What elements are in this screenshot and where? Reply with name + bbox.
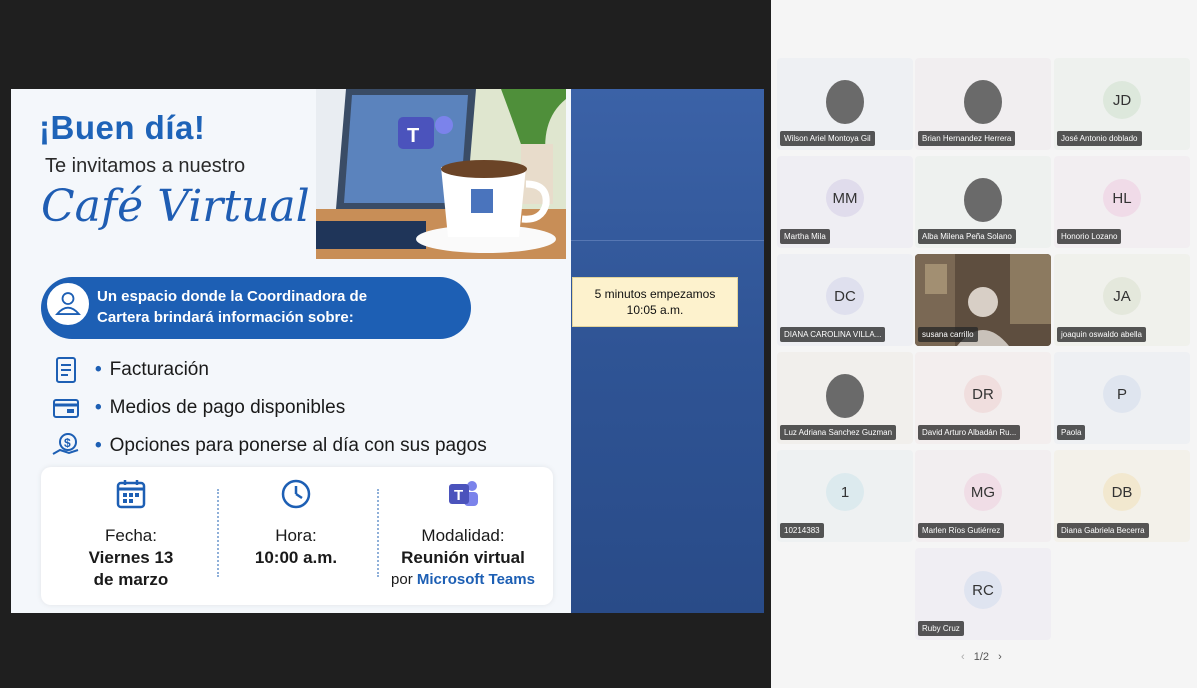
modalidad-label: Modalidad: (421, 526, 505, 545)
money-hand-icon: $ (52, 433, 79, 455)
participant-tile[interactable]: HL Honorio Lozano (1054, 156, 1190, 248)
clock-icon (281, 479, 311, 509)
gallery-pager: ‹ 1/2 › (961, 651, 1002, 663)
participant-avatar: 1 (826, 473, 864, 511)
participant-tile[interactable]: JA joaquin oswaldo abella (1054, 254, 1190, 346)
participant-tile[interactable]: DC DIANA CAROLINA VILLA... (777, 254, 913, 346)
note-line-1: 5 minutos empezamos (594, 287, 716, 301)
slide-right-panel (571, 89, 764, 613)
hora-label: Hora: (275, 526, 317, 545)
card-icon (53, 399, 79, 418)
participant-photo (826, 374, 864, 418)
participant-avatar: DR (964, 375, 1002, 413)
fecha-value-1: Viernes 13 (88, 548, 174, 567)
topic-item: • Medios de pago disponibles (51, 389, 487, 427)
participant-name: Marlen Ríos Gutiérrez (918, 523, 1005, 538)
svg-text:T: T (454, 487, 463, 504)
participant-name: Luz Adriana Sanchez Guzman (780, 425, 897, 440)
participant-name: DIANA CAROLINA VILLA... (780, 327, 886, 342)
shared-screen-stage: ¡Buen día! Te invitamos a nuestro Café V… (0, 0, 771, 688)
participant-tile[interactable]: DB Diana Gabriela Becerra (1054, 450, 1190, 542)
participant-avatar: DB (1103, 473, 1141, 511)
espacio-banner: Un espacio donde la Coordinadora de Cart… (41, 277, 471, 339)
participant-name: Alba Milena Peña Solano (918, 229, 1016, 244)
prev-page-button[interactable]: ‹ (961, 651, 965, 663)
poster-event-name: Café Virtual (41, 181, 310, 232)
poster-greeting: ¡Buen día! (39, 109, 206, 146)
modalidad-column: T Modalidad: Reunión virtual por Microso… (377, 477, 549, 591)
next-page-button[interactable]: › (998, 651, 1002, 663)
participant-avatar: P (1103, 375, 1141, 413)
participant-name: Martha Mila (780, 229, 830, 244)
topic-label: Facturación (109, 359, 209, 380)
espacio-line1: Un espacio donde la Coordinadora de (97, 288, 368, 305)
hora-column: Hora: 10:00 a.m. (216, 477, 376, 569)
participant-name: Brian Hernandez Herrera (918, 131, 1016, 146)
participant-name: José Antonio doblado (1057, 131, 1142, 146)
invoice-icon (56, 357, 76, 383)
poster-invite: Te invitamos a nuestro (45, 155, 246, 177)
fecha-column: Fecha: Viernes 13 de marzo (51, 477, 211, 591)
modalidad-brand: Microsoft Teams (416, 571, 535, 588)
participant-name: Diana Gabriela Becerra (1057, 523, 1149, 538)
participant-avatar: MM (826, 179, 864, 217)
participant-tile[interactable]: JD José Antonio doblado (1054, 58, 1190, 150)
participant-name: Paola (1057, 425, 1086, 440)
fecha-value-2: de marzo (93, 570, 169, 589)
participant-tile[interactable]: MG Marlen Ríos Gutiérrez (915, 450, 1051, 542)
teams-icon: T (449, 481, 478, 506)
participant-name: 10214383 (780, 523, 824, 538)
topic-label: Opciones para ponerse al día con sus pag… (109, 435, 487, 456)
participant-tile[interactable]: 1 10214383 (777, 450, 913, 542)
topic-item: $ • Opciones para ponerse al día con sus… (51, 427, 487, 465)
bullet-dot: • (95, 359, 102, 380)
participant-tile[interactable]: Brian Hernandez Herrera (915, 58, 1051, 150)
participant-name: joaquin oswaldo abella (1057, 327, 1146, 342)
svg-text:$: $ (64, 436, 71, 450)
calendar-icon (116, 480, 146, 509)
participant-name: David Arturo Albadán Ru... (918, 425, 1021, 440)
espacio-line2: Cartera brindará información sobre: (97, 309, 354, 326)
page-indicator: 1/2 (973, 651, 990, 663)
participant-tile[interactable]: P Paola (1054, 352, 1190, 444)
modalidad-value-prefix: por (391, 571, 417, 588)
participant-tile[interactable]: DR David Arturo Albadán Ru... (915, 352, 1051, 444)
participant-avatar: JA (1103, 277, 1141, 315)
topic-item: • Facturación (51, 351, 487, 389)
participant-tile[interactable]: Wilson Ariel Montoya Gil (777, 58, 913, 150)
participant-tile[interactable]: susana carrillo (915, 254, 1051, 346)
svg-text:T: T (407, 125, 419, 147)
participant-name: susana carrillo (918, 327, 978, 342)
participants-gallery: Wilson Ariel Montoya Gil Brian Hernandez … (771, 0, 1197, 688)
participant-tile[interactable]: RC Ruby Cruz (915, 548, 1051, 640)
participant-tile[interactable]: Alba Milena Peña Solano (915, 156, 1051, 248)
participant-name: Honorio Lozano (1057, 229, 1122, 244)
participant-tile[interactable]: Luz Adriana Sanchez Guzman (777, 352, 913, 444)
participant-avatar: RC (964, 571, 1002, 609)
shared-poster: ¡Buen día! Te invitamos a nuestro Café V… (11, 89, 571, 613)
participant-avatar: HL (1103, 179, 1141, 217)
bullet-dot: • (95, 397, 102, 418)
participant-photo (964, 178, 1002, 222)
participant-name: Ruby Cruz (918, 621, 964, 636)
advisor-icon (45, 281, 91, 327)
sticky-note: 5 minutos empezamos 10:05 a.m. (572, 277, 738, 327)
participant-photo (826, 80, 864, 124)
hora-value: 10:00 a.m. (254, 548, 338, 567)
participant-avatar: DC (826, 277, 864, 315)
participant-photo (964, 80, 1002, 124)
participant-tile[interactable]: MM Martha Mila (777, 156, 913, 248)
note-line-2: 10:05 a.m. (626, 303, 684, 317)
bullet-dot: • (95, 435, 102, 456)
topics-list: • Facturación • Medios de pago disponibl… (51, 351, 487, 465)
participant-avatar: JD (1103, 81, 1141, 119)
participant-avatar: MG (964, 473, 1002, 511)
topic-label: Medios de pago disponibles (109, 397, 346, 418)
event-details-box: Fecha: Viernes 13 de marzo Hora: 10:00 a… (41, 467, 553, 605)
fecha-label: Fecha: (105, 526, 157, 545)
laptop-coffee-illustration: T (316, 89, 566, 259)
modalidad-value-1: Reunión virtual (401, 548, 525, 567)
participant-name: Wilson Ariel Montoya Gil (780, 131, 875, 146)
